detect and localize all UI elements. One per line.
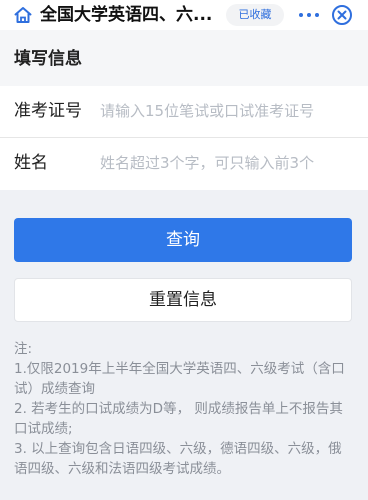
more-dot xyxy=(307,13,311,17)
notes: 注: 1.仅限2019年上半年全国大学英语四、六级考试（含口试）成绩查询 2. … xyxy=(14,339,354,479)
info-form: 准考证号 姓名 xyxy=(0,86,368,190)
reset-button[interactable]: 重置信息 xyxy=(14,278,352,322)
page-title: 全国大学英语四、六... xyxy=(40,5,213,25)
note-item: 1.仅限2019年上半年全国大学英语四、六级考试（含口试）成绩查询 xyxy=(14,361,345,397)
exam-id-input[interactable] xyxy=(100,96,356,126)
top-bar: 全国大学英语四、六... 已收藏 xyxy=(0,0,368,30)
section-header: 填写信息 xyxy=(0,30,368,86)
note-item: 2. 若考生的口试成绩为D等， 则成绩报告单上不报告其口试成绩; xyxy=(14,401,343,437)
close-icon[interactable] xyxy=(331,4,353,26)
more-dot xyxy=(299,13,303,17)
more-icon[interactable] xyxy=(299,12,319,18)
more-dot xyxy=(315,13,319,17)
query-button[interactable]: 查询 xyxy=(14,218,352,262)
note-item: 3. 以上查询包含日语四级、六级，德语四级、六级，俄语四级、六级和法语四级考试成… xyxy=(14,441,342,477)
home-icon[interactable] xyxy=(13,5,33,25)
exam-id-label: 准考证号 xyxy=(14,101,82,121)
notes-title: 注: xyxy=(14,341,33,357)
exam-id-row: 准考证号 xyxy=(0,86,368,138)
section-title: 填写信息 xyxy=(14,49,82,69)
name-label: 姓名 xyxy=(14,153,48,173)
favorite-button[interactable]: 已收藏 xyxy=(226,4,284,26)
name-input[interactable] xyxy=(100,148,356,178)
name-row: 姓名 xyxy=(0,138,368,190)
